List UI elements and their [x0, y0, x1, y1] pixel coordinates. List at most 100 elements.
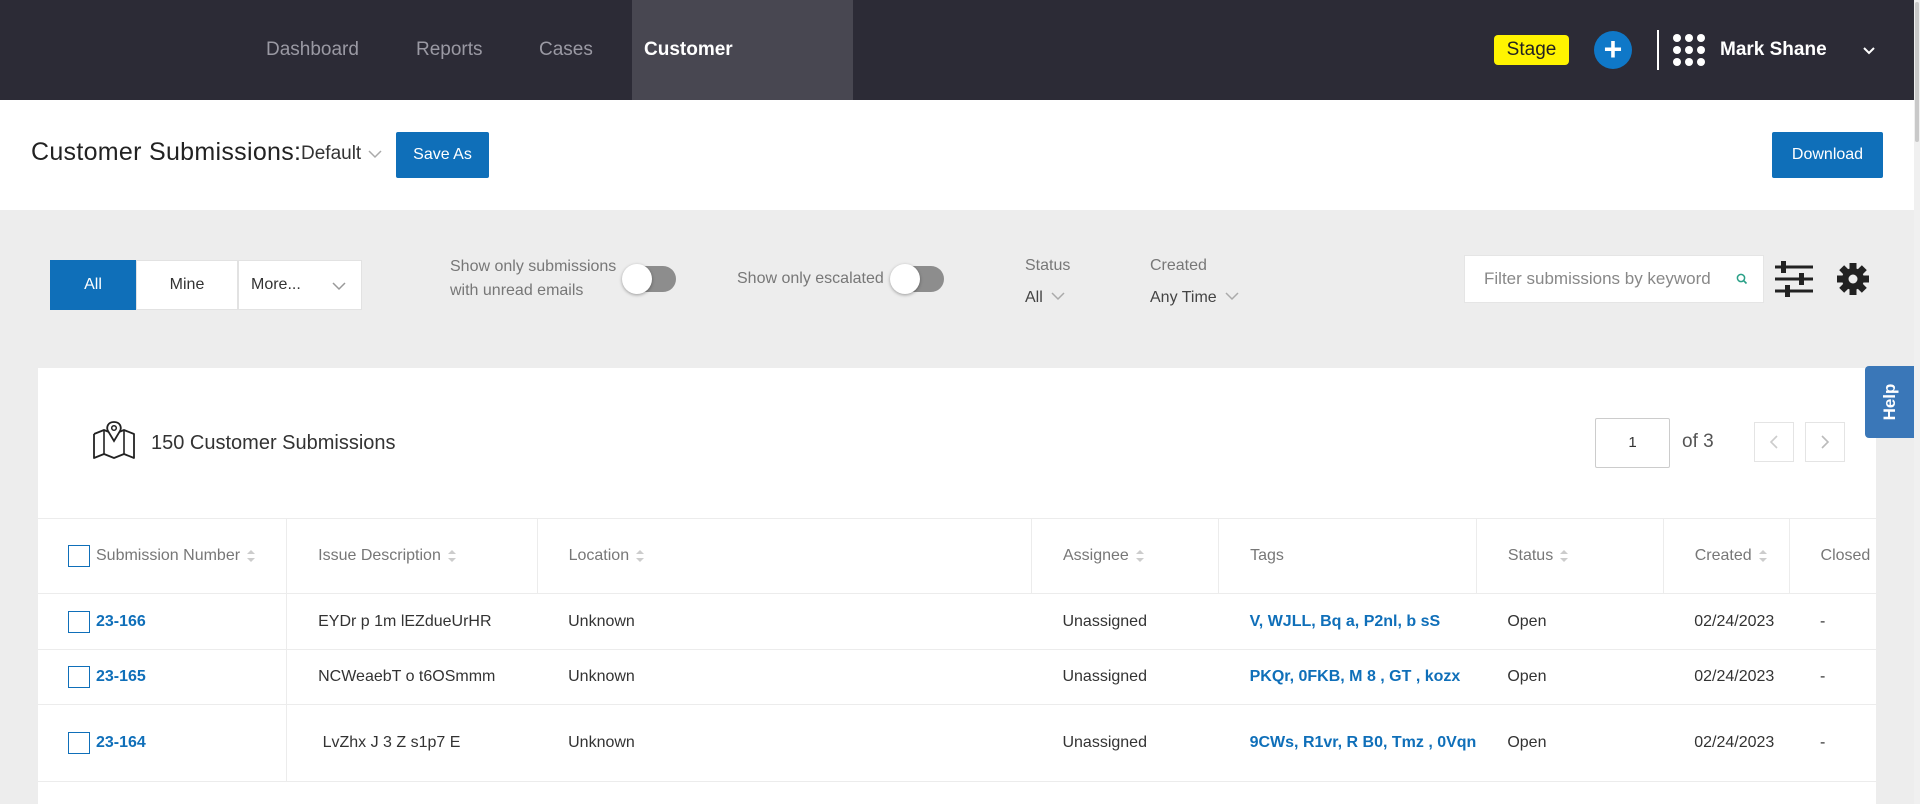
add-new-button[interactable]: + [1594, 31, 1632, 69]
created-filter-select[interactable]: Any Time [1150, 289, 1240, 307]
closed-cell: - [1789, 704, 1876, 782]
chevron-down-icon [332, 282, 346, 291]
tags-link[interactable]: V, WJLL, Bq a, P2nl, b sS [1250, 613, 1441, 630]
column-header-label: Tags [1250, 547, 1284, 564]
page-number-input[interactable]: 1 [1595, 418, 1670, 468]
column-header-submission-number[interactable]: Submission Number [38, 518, 288, 594]
chevron-down-icon [1225, 292, 1239, 301]
column-header-status[interactable]: Status [1476, 518, 1664, 594]
location-cell: Unknown [537, 704, 1032, 782]
nav-item-reports[interactable]: Reports [416, 0, 483, 100]
submission-link[interactable]: 23-166 [96, 613, 146, 630]
assignee-cell: Unassigned [1031, 593, 1219, 650]
prev-page-button[interactable] [1754, 422, 1794, 462]
unread-emails-toggle[interactable] [622, 264, 676, 294]
sort-icon[interactable] [635, 549, 645, 563]
location-cell: Unknown [537, 649, 1032, 705]
description-cell: NCWeaebT o t6OSmmm [286, 649, 538, 705]
toggle-knob [622, 264, 652, 294]
filter-mine-button[interactable]: Mine [136, 260, 238, 310]
row-checkbox[interactable] [68, 666, 90, 688]
search-icon[interactable] [1735, 272, 1749, 286]
table-row[interactable]: 23-164 LvZhx J 3 Z s1p7 E Unknown Unassi… [38, 704, 1876, 782]
chevron-right-icon [1821, 435, 1830, 449]
app-grid-icon[interactable] [1673, 34, 1705, 66]
page-scrollbar[interactable] [1914, 0, 1920, 804]
status-filter-label: Status [1025, 257, 1071, 274]
column-header-label: Location [568, 547, 630, 564]
column-header-assignee[interactable]: Assignee [1031, 518, 1220, 594]
description-cell: EYDr p 1m lEZdueUrHR [286, 593, 538, 650]
stage-badge: Stage [1494, 35, 1569, 65]
created-filter-label: Created [1150, 257, 1207, 274]
search-input[interactable]: Filter submissions by keyword [1464, 255, 1764, 303]
gear-icon[interactable] [1836, 262, 1870, 296]
table-row[interactable]: 23-165 NCWeaebT o t6OSmmm Unknown Unassi… [38, 649, 1876, 705]
view-chevron-down-icon[interactable] [367, 148, 383, 160]
toggle-knob [890, 264, 920, 294]
column-header-label: Issue Description [318, 547, 441, 564]
next-page-button[interactable] [1805, 422, 1845, 462]
tags-link[interactable]: 9CWs, R1vr, R B0, Tmz , 0Vqn [1250, 734, 1477, 751]
status-cell: Open [1476, 593, 1664, 650]
sort-icon[interactable] [1135, 549, 1145, 563]
created-cell: 02/24/2023 [1663, 649, 1790, 705]
chevron-down-icon [1051, 292, 1065, 301]
closed-cell: - [1789, 649, 1876, 705]
nav-divider [1657, 30, 1659, 70]
status-cell: Open [1476, 649, 1664, 705]
assignee-cell: Unassigned [1031, 704, 1219, 782]
column-header-closed[interactable]: Closed [1789, 518, 1876, 594]
escalated-toggle[interactable] [890, 264, 944, 294]
column-header-location[interactable]: Location [537, 518, 1032, 594]
select-all-checkbox[interactable] [68, 545, 90, 567]
escalated-toggle-label: Show only escalated [737, 270, 884, 287]
tags-cell: V, WJLL, Bq a, P2nl, b sS [1218, 593, 1477, 650]
column-header-tags: Tags [1218, 518, 1477, 594]
column-header-label: Submission Number [96, 547, 241, 565]
chevron-left-icon [1769, 435, 1778, 449]
status-cell: Open [1476, 704, 1664, 782]
column-header-issue-description[interactable]: Issue Description [286, 518, 538, 594]
unread-toggle-label-line2: with unread emails [450, 282, 584, 299]
filter-all-button[interactable]: All [50, 260, 136, 310]
row-checkbox[interactable] [68, 732, 90, 754]
view-select[interactable]: Default [301, 143, 361, 165]
page-total: of 3 [1682, 431, 1714, 452]
unread-toggle-label-line1: Show only submissions [450, 258, 617, 275]
sort-icon[interactable] [1559, 549, 1569, 563]
table-row[interactable]: 23-166 EYDr p 1m lEZdueUrHR Unknown Unas… [38, 593, 1876, 650]
filter-more-dropdown[interactable]: More... [238, 260, 362, 310]
created-cell: 02/24/2023 [1663, 704, 1790, 782]
assignee-cell: Unassigned [1031, 649, 1219, 705]
nav-item-customer-submissions[interactable]: Customer Submissions [632, 0, 853, 160]
map-pin-icon [93, 421, 135, 459]
row-checkbox[interactable] [68, 610, 90, 633]
column-header-created[interactable]: Created [1663, 518, 1790, 594]
closed-cell: - [1789, 593, 1876, 650]
sliders-icon[interactable] [1774, 261, 1814, 297]
sort-icon[interactable] [1758, 549, 1768, 563]
save-as-button[interactable]: Save As [396, 132, 489, 178]
download-button[interactable]: Download [1772, 132, 1883, 178]
status-filter-select[interactable]: All [1025, 289, 1066, 307]
sort-icon[interactable] [447, 549, 457, 563]
sort-icon[interactable] [246, 549, 256, 563]
help-tab[interactable]: Help [1865, 366, 1915, 438]
nav-item-dashboard[interactable]: Dashboard [266, 0, 359, 100]
page-title: Customer Submissions: [31, 138, 302, 166]
submission-link[interactable]: 23-165 [96, 668, 146, 685]
tags-link[interactable]: PKQr, 0FKB, M 8 , GT , kozx [1250, 668, 1461, 685]
submissions-card: 150 Customer Submissions 1 of 3 Submissi… [38, 368, 1876, 804]
column-header-label: Closed [1820, 547, 1871, 564]
nav-item-cases[interactable]: Cases [539, 0, 593, 100]
user-menu-chevron-down-icon[interactable] [1862, 44, 1876, 58]
submission-link[interactable]: 23-164 [96, 734, 146, 751]
scrollbar-thumb[interactable] [1915, 2, 1919, 142]
description-cell: LvZhx J 3 Z s1p7 E [286, 704, 538, 782]
status-filter-value: All [1025, 289, 1043, 306]
submission-number-cell: 23-166 [38, 593, 288, 650]
user-name[interactable]: Mark Shane [1720, 0, 1827, 100]
created-filter-value: Any Time [1150, 289, 1217, 306]
help-label: Help [1880, 383, 1899, 421]
